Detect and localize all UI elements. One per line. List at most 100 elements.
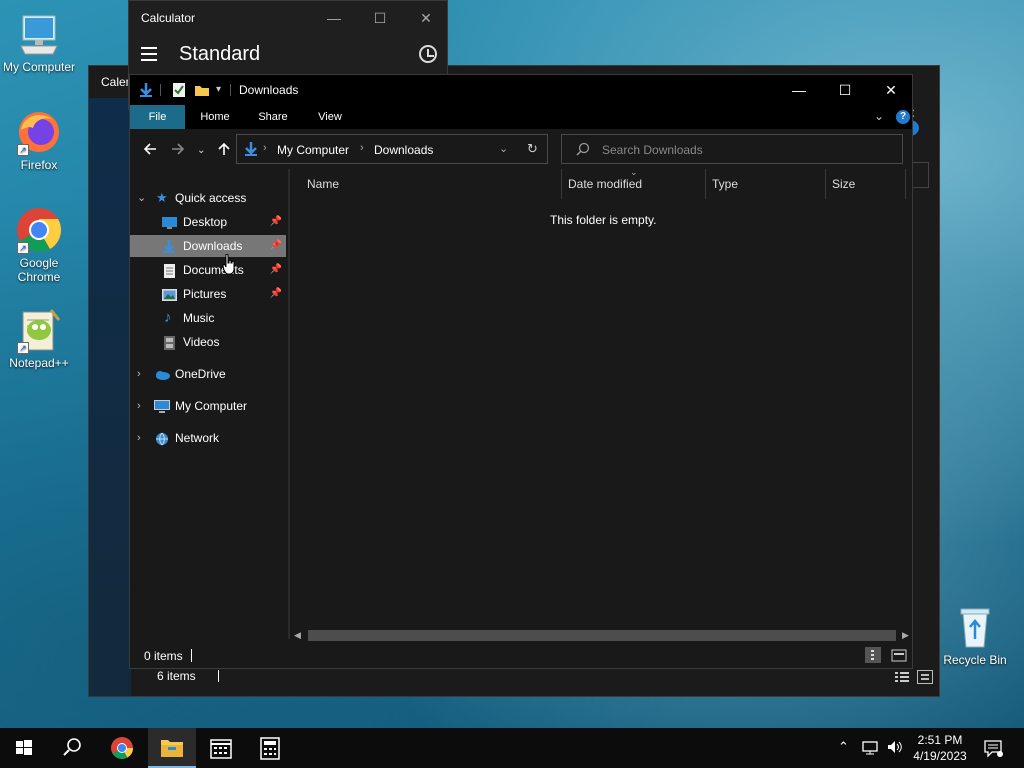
nav-item-label: Quick access <box>175 191 247 205</box>
desktop-icon-label: Notepad++ <box>9 356 69 370</box>
pin-icon[interactable]: 📌 <box>270 235 282 257</box>
hamburger-menu-icon[interactable] <box>141 47 157 61</box>
column-divider[interactable] <box>705 169 706 199</box>
breadcrumb-my-computer[interactable]: My Computer <box>277 143 349 157</box>
back-arrow-icon[interactable] <box>142 141 158 161</box>
ribbon-tab-file[interactable]: File <box>130 105 185 129</box>
nav-item-music[interactable]: ♪ Music <box>130 307 286 329</box>
large-icons-view-button[interactable] <box>891 647 907 663</box>
desktop-icon-notepadpp[interactable]: ↗ Notepad++ <box>0 306 78 370</box>
refresh-icon[interactable]: ↻ <box>527 141 538 157</box>
nav-item-documents[interactable]: Documents 📌 <box>130 259 286 281</box>
desktop-icon-my-computer[interactable]: My Computer <box>0 10 78 74</box>
pictures-folder-icon <box>162 287 177 301</box>
calculator-minimize-button[interactable]: — <box>311 5 357 31</box>
collapsed-chevron-icon[interactable]: › <box>137 427 141 449</box>
download-arrow-icon <box>138 82 154 101</box>
desktop-icon-firefox[interactable]: ↗ Firefox <box>0 108 78 172</box>
calculator-maximize-button[interactable]: ☐ <box>357 5 403 31</box>
item-count: 0 items <box>144 649 183 663</box>
collapsed-chevron-icon[interactable]: › <box>137 363 141 385</box>
column-header-type[interactable]: Type <box>712 169 738 199</box>
file-list-area[interactable]: Name Date modified ⌄ Type Size This fold… <box>290 167 912 639</box>
taskbar-chrome-icon[interactable] <box>98 728 146 768</box>
pin-icon[interactable]: 📌 <box>270 259 282 281</box>
expand-ribbon-chevron-icon[interactable]: ⌄ <box>874 109 884 123</box>
search-box[interactable]: Search Downloads <box>561 134 903 164</box>
taskbar-calculator-icon[interactable] <box>246 728 294 768</box>
nav-item-pictures[interactable]: Pictures 📌 <box>130 283 286 305</box>
scroll-right-arrow-icon[interactable]: ▶ <box>902 628 909 642</box>
address-bar[interactable]: › My Computer › Downloads ⌄ ↻ <box>236 134 548 164</box>
sort-indicator-icon: ⌄ <box>630 167 638 177</box>
videos-film-icon <box>162 335 177 350</box>
ribbon-tab-home[interactable]: Home <box>190 105 240 129</box>
taskbar-search-icon[interactable] <box>48 728 96 768</box>
file-explorer-window[interactable]: ▾ Downloads — ☐ ✕ File Home Share View ⌄… <box>129 74 913 669</box>
network-status-icon[interactable] <box>862 740 880 759</box>
horizontal-scrollbar[interactable]: ◀ ▶ <box>290 628 912 642</box>
taskbar-file-explorer-icon[interactable] <box>148 728 196 768</box>
help-icon[interactable]: ? <box>896 110 910 124</box>
empty-folder-message: This folder is empty. <box>550 213 657 227</box>
desktop-icon-label: Firefox <box>20 158 58 172</box>
breadcrumb-separator-icon[interactable]: › <box>360 142 364 154</box>
close-button[interactable]: ✕ <box>868 75 914 105</box>
column-header-name[interactable]: Name <box>307 169 339 199</box>
pin-icon[interactable]: 📌 <box>270 211 282 233</box>
taskbar-calendar-icon[interactable] <box>197 728 245 768</box>
downloads-folder-icon <box>162 239 177 253</box>
nav-item-desktop[interactable]: Desktop 📌 <box>130 211 286 233</box>
breadcrumb-downloads[interactable]: Downloads <box>374 143 433 157</box>
maximize-button[interactable]: ☐ <box>822 75 868 105</box>
forward-arrow-icon[interactable] <box>170 141 186 161</box>
calculator-close-button[interactable]: ✕ <box>403 5 449 31</box>
downloads-location-icon <box>243 141 259 160</box>
scroll-left-arrow-icon[interactable]: ◀ <box>294 628 301 642</box>
address-history-chevron-icon[interactable]: ⌄ <box>499 142 508 155</box>
clock-date: 4/19/2023 <box>913 749 967 763</box>
onedrive-cloud-icon <box>154 367 170 381</box>
nav-item-quick-access[interactable]: ⌄ ★ Quick access <box>130 187 286 209</box>
desktop-icon-chrome[interactable]: ↗ Google Chrome <box>0 206 78 284</box>
shortcut-arrow-icon: ↗ <box>17 342 29 354</box>
nav-item-onedrive[interactable]: › OneDrive <box>130 363 286 385</box>
notepadpp-icon: ↗ <box>15 306 63 354</box>
customize-quick-access-icon[interactable]: ▾ <box>216 84 221 95</box>
show-hidden-icons-chevron-icon[interactable]: ⌃ <box>838 739 849 755</box>
column-header-size[interactable]: Size <box>832 169 855 199</box>
scrollbar-thumb[interactable] <box>308 630 896 641</box>
nav-item-label: Pictures <box>183 287 227 301</box>
desktop-icon-recycle-bin[interactable]: Recycle Bin <box>936 603 1014 667</box>
tiles-view-icon[interactable] <box>917 670 933 684</box>
calendar-side-panel <box>89 98 131 696</box>
details-view-icon[interactable] <box>895 671 909 683</box>
nav-item-downloads[interactable]: Downloads 📌 <box>130 235 286 257</box>
nav-item-label: OneDrive <box>175 367 226 381</box>
recent-locations-chevron-icon[interactable]: ⌄ <box>197 143 205 159</box>
properties-checkmark-icon[interactable] <box>172 82 186 101</box>
start-button[interactable] <box>0 728 48 768</box>
ribbon-tab-share[interactable]: Share <box>248 105 298 129</box>
nav-item-label: My Computer <box>175 399 248 413</box>
ribbon-tab-view[interactable]: View <box>305 105 355 129</box>
new-folder-icon[interactable] <box>194 82 210 101</box>
column-divider[interactable] <box>561 169 562 199</box>
volume-icon[interactable] <box>886 739 904 758</box>
nav-item-my-computer[interactable]: › My Computer <box>130 395 286 417</box>
column-divider[interactable] <box>825 169 826 199</box>
taskbar-clock[interactable]: 2:51 PM 4/19/2023 <box>912 732 968 764</box>
breadcrumb-separator-icon[interactable]: › <box>263 142 267 154</box>
action-center-notification-icon[interactable] <box>984 740 1004 761</box>
collapsed-chevron-icon[interactable]: › <box>137 395 141 417</box>
expanded-chevron-icon[interactable]: ⌄ <box>137 187 146 209</box>
column-divider[interactable] <box>905 169 906 199</box>
up-arrow-icon[interactable] <box>216 141 232 161</box>
details-view-button[interactable] <box>865 647 881 663</box>
nav-item-network[interactable]: › Network <box>130 427 286 449</box>
pin-icon[interactable]: 📌 <box>270 283 282 305</box>
nav-item-videos[interactable]: Videos <box>130 331 286 353</box>
minimize-button[interactable]: — <box>776 75 822 105</box>
nav-item-label: Desktop <box>183 215 228 229</box>
history-icon[interactable] <box>419 45 437 63</box>
